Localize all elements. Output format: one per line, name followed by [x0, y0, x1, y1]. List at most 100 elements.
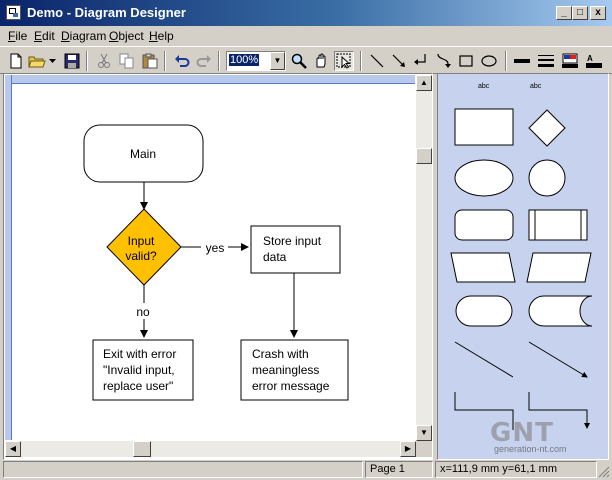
node-store-label-2: data	[263, 250, 287, 264]
palette-ellipse-wide[interactable]	[454, 159, 514, 197]
palette-process-box[interactable]	[454, 108, 514, 146]
menu-diagram[interactable]: Diagram	[61, 29, 106, 43]
scroll-right-arrow-icon[interactable]: ▶	[400, 441, 416, 457]
node-decision-label-2: valid?	[125, 249, 157, 263]
chevron-down-icon[interactable]: ▼	[270, 52, 285, 70]
rectangle-icon[interactable]	[456, 51, 476, 71]
arrow-line-icon[interactable]	[389, 51, 409, 71]
status-page: Page 1	[365, 461, 433, 478]
node-crash-label-2: meaningless	[252, 363, 319, 377]
palette-parallelogram-left[interactable]	[450, 252, 516, 283]
palette-parallelogram-right[interactable]	[526, 252, 592, 283]
palette-decision-diamond[interactable]	[528, 109, 566, 147]
toolbar-separator	[164, 51, 166, 71]
flowchart: Main Input valid? yes no Store input dat…	[83, 124, 349, 401]
app-window: Demo - Diagram Designer _ □ x File Edit …	[0, 0, 612, 480]
status-coordinates: x=111,9 mm y=61,1 mm	[435, 461, 597, 478]
vertical-scroll-thumb[interactable]	[416, 148, 432, 164]
node-crash-label-3: error message	[252, 379, 330, 393]
node-exit-label-1: Exit with error	[103, 347, 176, 361]
close-button[interactable]: x	[590, 6, 606, 20]
palette-stored-data[interactable]	[528, 295, 593, 327]
fill-color-icon[interactable]	[560, 51, 580, 71]
zoom-value: 100%	[229, 54, 260, 66]
menu-edit[interactable]: Edit	[34, 29, 55, 43]
zoom-combobox[interactable]: 100% ▼	[226, 51, 286, 71]
palette-arrow-shape[interactable]	[528, 341, 588, 378]
horizontal-scroll-thumb[interactable]	[133, 441, 151, 457]
open-folder-icon[interactable]	[27, 51, 47, 71]
menu-object-rest: bject	[118, 29, 144, 43]
select-pointer-icon[interactable]	[334, 51, 354, 71]
watermark-site: generation-nt.com	[494, 444, 567, 454]
line-icon[interactable]	[367, 51, 387, 71]
dropdown-arrow-icon[interactable]	[47, 51, 59, 71]
svg-text:A: A	[587, 54, 593, 63]
node-main-label: Main	[130, 147, 156, 161]
palette-predefined-process[interactable]	[528, 209, 588, 241]
menu-help[interactable]: Help	[149, 29, 174, 43]
curve-icon[interactable]	[433, 51, 453, 71]
toolbar-separator	[218, 51, 220, 71]
diagram-canvas[interactable]: Main Input valid? yes no Store input dat…	[5, 75, 415, 440]
redo-icon[interactable]	[194, 51, 214, 71]
palette-line-shape[interactable]	[454, 341, 514, 378]
toolbar-separator	[505, 51, 507, 71]
paste-icon[interactable]	[140, 51, 160, 71]
node-exit-label-3: replace user"	[103, 379, 173, 393]
menu-object[interactable]: Object	[109, 29, 144, 43]
menu-object-mnemonic: O	[109, 29, 119, 43]
toolbar: 100% ▼ A	[0, 46, 612, 74]
line-style-icon[interactable]	[536, 51, 556, 71]
maximize-button[interactable]: □	[572, 6, 588, 20]
save-disk-icon[interactable]	[62, 51, 82, 71]
edge-yes-label: yes	[206, 241, 225, 255]
diagram-viewport: Main Input valid? yes no Store input dat…	[3, 73, 433, 460]
zoom-icon[interactable]	[289, 51, 309, 71]
shape-palette: abc abc	[437, 73, 609, 460]
vertical-scrollbar[interactable]: ▲ ▼	[416, 75, 432, 441]
text-format-icon[interactable]: A	[584, 51, 604, 71]
menu-bar: File Edit Diagram Object Help	[0, 26, 612, 45]
scroll-left-arrow-icon[interactable]: ◀	[5, 441, 21, 457]
minimize-button[interactable]: _	[556, 6, 572, 20]
new-file-icon[interactable]	[6, 51, 26, 71]
status-y: y=61,1 mm	[502, 463, 557, 475]
line-width-icon[interactable]	[512, 51, 532, 71]
node-exit-label-2: "Invalid input,	[103, 363, 175, 377]
node-crash-label-1: Crash with	[252, 347, 309, 361]
toolbar-separator	[86, 51, 88, 71]
pan-hand-icon[interactable]	[311, 51, 331, 71]
palette-terminator[interactable]	[455, 295, 513, 327]
horizontal-scrollbar[interactable]: ◀ ▶	[5, 441, 416, 457]
menu-file[interactable]: File	[8, 29, 27, 43]
menu-help-rest: elp	[157, 29, 174, 43]
toolbar-separator	[360, 51, 362, 71]
status-bar: Page 1 x=111,9 mm y=61,1 mm	[0, 460, 612, 480]
palette-shapes	[450, 108, 593, 430]
connector-icon[interactable]	[411, 51, 431, 71]
cut-icon[interactable]	[94, 51, 114, 71]
status-x: x=111,9 mm	[440, 463, 500, 475]
title-bar[interactable]: Demo - Diagram Designer _ □ x	[0, 0, 612, 26]
copy-icon[interactable]	[117, 51, 137, 71]
menu-edit-rest: dit	[42, 29, 55, 43]
node-decision-label-1: Input	[128, 234, 155, 248]
scroll-up-arrow-icon[interactable]: ▲	[416, 75, 432, 91]
node-store-label-1: Store input	[263, 234, 322, 248]
edge-no-label: no	[136, 305, 150, 319]
menu-diagram-mnemonic: D	[61, 29, 70, 43]
menu-help-mnemonic: H	[149, 29, 158, 43]
palette-circle[interactable]	[528, 159, 566, 197]
menu-edit-mnemonic: E	[34, 29, 43, 43]
ellipse-icon[interactable]	[479, 51, 499, 71]
scroll-down-arrow-icon[interactable]: ▼	[416, 425, 432, 441]
app-icon[interactable]	[6, 5, 21, 20]
undo-icon[interactable]	[172, 51, 192, 71]
menu-file-rest: ile	[15, 29, 28, 43]
status-panel-main	[3, 461, 363, 478]
window-title: Demo - Diagram Designer	[27, 5, 186, 20]
scrollbar-corner	[416, 441, 432, 457]
palette-rounded-rect[interactable]	[454, 209, 514, 241]
resize-grip-icon[interactable]	[598, 466, 610, 478]
